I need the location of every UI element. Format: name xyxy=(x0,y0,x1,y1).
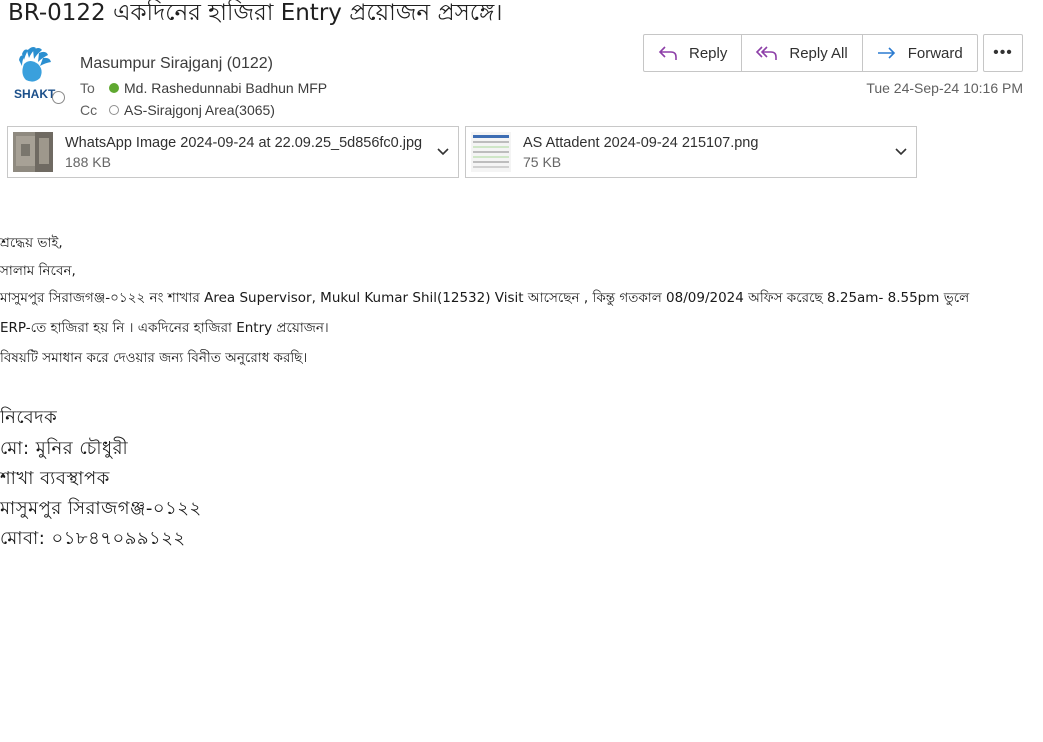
body-paragraph-line: মাসুমপুর সিরাজগঞ্জ-০১২২ নং শাখার Area Su… xyxy=(0,290,970,306)
response-toolbar: Reply Reply All Forward xyxy=(643,34,978,72)
attachment-menu-button[interactable] xyxy=(886,147,916,157)
more-icon: ••• xyxy=(993,44,1013,61)
forward-label: Forward xyxy=(907,44,963,62)
cc-label: Cc xyxy=(80,102,98,118)
signature-branch: মাসুমপুর সিরাজগঞ্জ-০১২২ xyxy=(0,498,202,519)
body-paragraph-line: ERP-তে হাজিরা হয় নি । একদিনের হাজিরা En… xyxy=(0,320,329,336)
signature-name: মো: মুনির চৌধুরী xyxy=(0,438,129,459)
signature-line: নিবেদক xyxy=(0,407,58,428)
forward-button[interactable]: Forward xyxy=(863,35,977,71)
attachment-name: AS Attadent 2024-09-24 215107.png xyxy=(523,134,759,151)
reply-icon xyxy=(658,46,677,60)
attachment-size: 188 KB xyxy=(65,153,111,170)
reply-all-button[interactable]: Reply All xyxy=(742,35,863,71)
signature-phone: মোবা: ০১৮৪৭০৯৯১২২ xyxy=(0,528,186,549)
forward-icon xyxy=(877,47,895,59)
attachment-card[interactable]: AS Attadent 2024-09-24 215107.png 75 KB xyxy=(465,126,917,178)
to-label: To xyxy=(80,80,95,96)
more-actions-button[interactable]: ••• xyxy=(983,34,1023,72)
attachment-name: WhatsApp Image 2024-09-24 at 22.09.25_5d… xyxy=(65,134,423,151)
reply-label: Reply xyxy=(689,44,728,62)
body-greeting: শ্রদ্ধেয় ভাই, xyxy=(0,235,63,251)
to-recipient-name: Md. Rashedunnabi Badhun MFP xyxy=(124,80,328,96)
attachment-card[interactable]: WhatsApp Image 2024-09-24 at 22.09.25_5d… xyxy=(7,126,459,178)
spreadsheet-thumbnail-icon xyxy=(471,132,511,172)
sent-date: Tue 24-Sep-24 10:16 PM xyxy=(866,80,1023,96)
offline-status-icon xyxy=(109,105,119,115)
chevron-down-icon xyxy=(895,148,907,156)
signature-title: শাখা ব্যবস্থাপক xyxy=(0,468,110,489)
body-paragraph-line: বিষয়টি সমাধান করে দেওয়ার জন্য বিনীত অন… xyxy=(0,350,308,366)
logo-text: SHAKT xyxy=(14,87,56,101)
email-subject: BR-0122 একদিনের হাজিরা Entry প্রয়োজন প্… xyxy=(8,0,503,26)
attachment-menu-button[interactable] xyxy=(428,147,458,157)
sender-name[interactable]: Masumpur Sirajganj (0122) xyxy=(80,55,273,73)
cc-recipient-name: AS-Sirajgonj Area(3065) xyxy=(124,102,275,118)
reply-all-icon xyxy=(756,46,778,60)
sender-presence-icon xyxy=(52,91,65,104)
image-thumbnail-icon xyxy=(13,132,53,172)
cc-recipient[interactable]: AS-Sirajgonj Area(3065) xyxy=(109,102,275,118)
attachment-size: 75 KB xyxy=(523,153,562,170)
to-recipient[interactable]: Md. Rashedunnabi Badhun MFP xyxy=(109,80,327,96)
chevron-down-icon xyxy=(437,148,449,156)
reply-button[interactable]: Reply xyxy=(644,35,743,71)
reply-all-label: Reply All xyxy=(789,44,848,62)
online-status-icon xyxy=(109,83,119,93)
body-salam: সালাম নিবেন, xyxy=(0,263,76,279)
